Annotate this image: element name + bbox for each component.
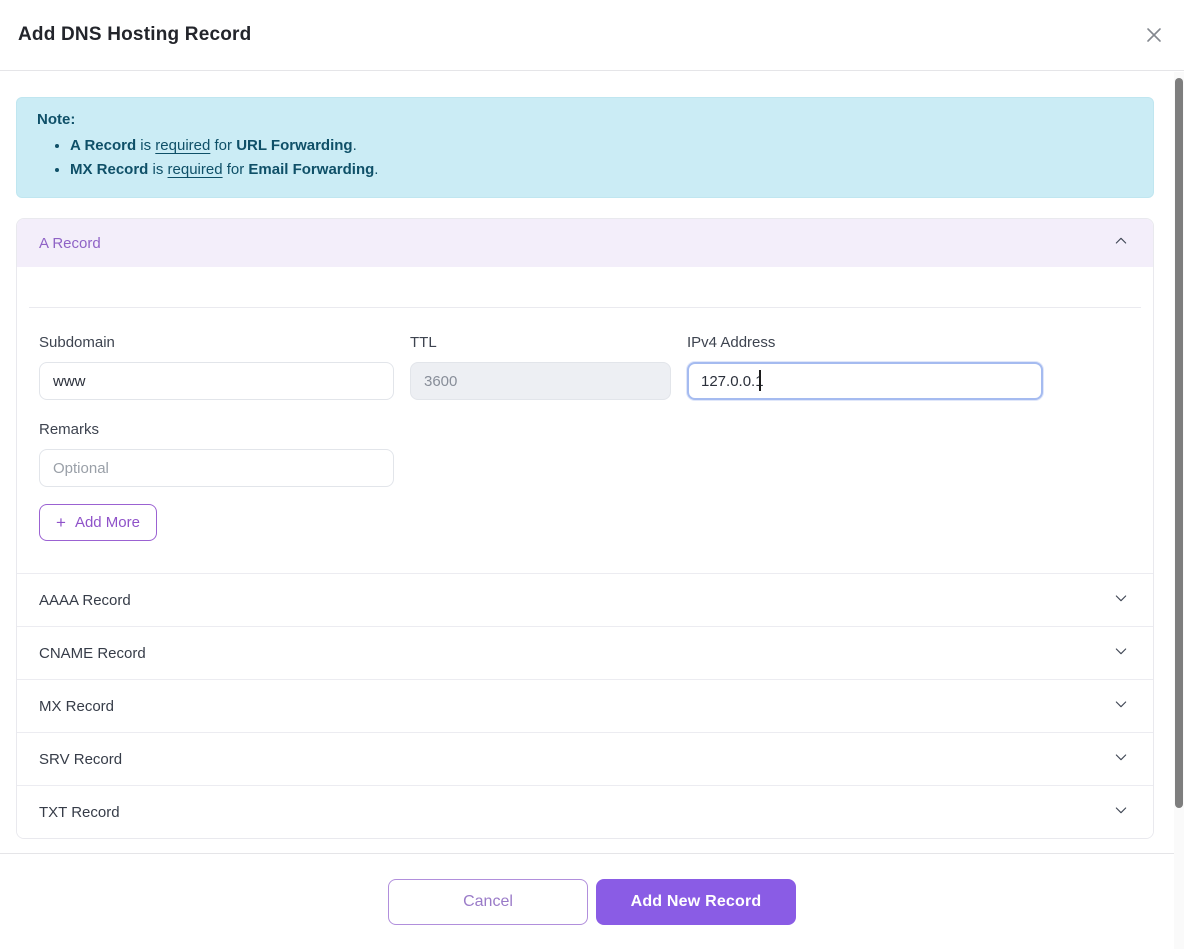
modal-footer: Cancel Add New Record bbox=[0, 853, 1184, 949]
accordion-header-srv-record[interactable]: SRV Record bbox=[17, 732, 1153, 785]
modal-body: Note: A Record is required for URL Forwa… bbox=[0, 71, 1184, 839]
text-caret bbox=[759, 370, 761, 391]
record-accordion: A Record Subdomain TTL bbox=[16, 218, 1154, 839]
subdomain-label: Subdomain bbox=[39, 334, 394, 351]
modal-title: Add DNS Hosting Record bbox=[18, 24, 251, 46]
ipv4-label: IPv4 Address bbox=[687, 334, 1043, 351]
note-bold: MX Record bbox=[70, 161, 148, 178]
remarks-label: Remarks bbox=[39, 421, 394, 438]
vertical-scrollbar-track[interactable] bbox=[1174, 72, 1184, 949]
accordion-header-cname-record[interactable]: CNAME Record bbox=[17, 626, 1153, 679]
add-more-label: Add More bbox=[75, 514, 140, 531]
note-heading: Note: bbox=[37, 111, 1133, 128]
chevron-down-icon bbox=[1113, 643, 1129, 664]
note-box: Note: A Record is required for URL Forwa… bbox=[16, 97, 1154, 198]
accordion-title: TXT Record bbox=[39, 804, 120, 821]
accordion-header-mx-record[interactable]: MX Record bbox=[17, 679, 1153, 732]
note-bold: URL Forwarding bbox=[236, 137, 352, 154]
ttl-label: TTL bbox=[410, 334, 671, 351]
close-icon bbox=[1144, 25, 1164, 48]
ttl-field-group: TTL bbox=[410, 334, 671, 400]
ipv4-address-input[interactable] bbox=[687, 362, 1043, 400]
subdomain-field-group: Subdomain bbox=[39, 334, 394, 400]
a-record-panel: Subdomain TTL IPv4 Address bbox=[17, 307, 1153, 573]
note-text: is bbox=[136, 137, 155, 154]
accordion-header-txt-record[interactable]: TXT Record bbox=[17, 785, 1153, 838]
note-text: for bbox=[223, 161, 249, 178]
ipv4-field-group: IPv4 Address bbox=[687, 334, 1043, 400]
note-bold: Email Forwarding bbox=[248, 161, 374, 178]
add-more-button[interactable]: + Add More bbox=[39, 504, 157, 541]
accordion-title: AAAA Record bbox=[39, 592, 131, 609]
accordion-header-aaaa-record[interactable]: AAAA Record bbox=[17, 573, 1153, 626]
close-button[interactable] bbox=[1140, 22, 1168, 50]
note-bold: A Record bbox=[70, 137, 136, 154]
note-text: for bbox=[210, 137, 236, 154]
note-text: . bbox=[353, 137, 357, 154]
note-item-a-record: A Record is required for URL Forwarding. bbox=[70, 134, 1133, 158]
cancel-button[interactable]: Cancel bbox=[388, 879, 588, 925]
accordion-title: SRV Record bbox=[39, 751, 122, 768]
note-underlined: required bbox=[155, 137, 210, 154]
chevron-down-icon bbox=[1113, 696, 1129, 717]
note-text: . bbox=[374, 161, 378, 178]
accordion-title: CNAME Record bbox=[39, 645, 146, 662]
accordion-header-a-record[interactable]: A Record bbox=[17, 219, 1153, 267]
note-item-mx-record: MX Record is required for Email Forwardi… bbox=[70, 158, 1133, 182]
remarks-input[interactable] bbox=[39, 449, 394, 487]
chevron-down-icon bbox=[1113, 802, 1129, 823]
note-underlined: required bbox=[168, 161, 223, 178]
add-dns-record-modal: Add DNS Hosting Record Note: A Record is… bbox=[0, 0, 1184, 839]
remarks-field-group: Remarks bbox=[39, 421, 394, 487]
add-new-record-button[interactable]: Add New Record bbox=[596, 879, 796, 925]
vertical-scrollbar-thumb[interactable] bbox=[1175, 78, 1183, 808]
accordion-title: A Record bbox=[39, 235, 101, 252]
note-list: A Record is required for URL Forwarding.… bbox=[37, 134, 1133, 182]
plus-icon: + bbox=[56, 514, 66, 531]
chevron-down-icon bbox=[1113, 749, 1129, 770]
subdomain-input[interactable] bbox=[39, 362, 394, 400]
chevron-up-icon bbox=[1113, 233, 1129, 254]
ttl-input bbox=[410, 362, 671, 400]
accordion-title: MX Record bbox=[39, 698, 114, 715]
modal-header: Add DNS Hosting Record bbox=[0, 0, 1184, 71]
note-text: is bbox=[148, 161, 167, 178]
chevron-down-icon bbox=[1113, 590, 1129, 611]
